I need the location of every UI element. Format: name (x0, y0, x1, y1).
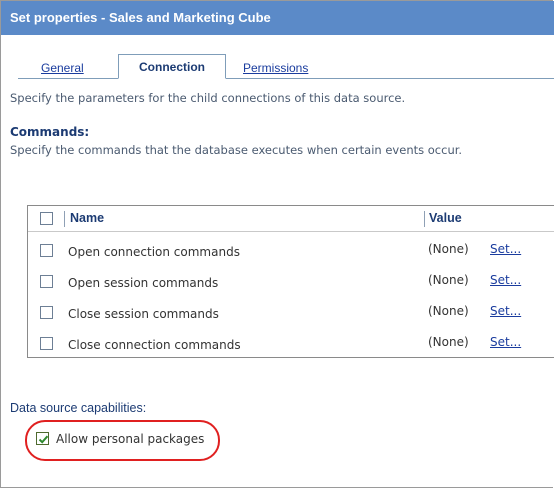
row-checkbox[interactable] (40, 306, 53, 319)
command-value: (None) (428, 335, 469, 349)
commands-title: Commands: (10, 125, 90, 139)
tab-connection[interactable]: Connection (118, 54, 226, 79)
column-separator (64, 211, 65, 227)
commands-table: Name Value Open connection commands (Non… (27, 205, 554, 358)
column-header-value[interactable]: Value (429, 211, 462, 225)
command-value: (None) (428, 242, 469, 256)
row-checkbox[interactable] (40, 244, 53, 257)
command-name: Close connection commands (68, 338, 241, 352)
set-link[interactable]: Set... (490, 242, 521, 256)
row-checkbox[interactable] (40, 337, 53, 350)
table-row: Open session commands (None) Set... (28, 267, 554, 297)
table-row: Close connection commands (None) Set... (28, 329, 554, 359)
window-title: Set properties - Sales and Marketing Cub… (1, 1, 554, 35)
row-checkbox[interactable] (40, 275, 53, 288)
command-value: (None) (428, 304, 469, 318)
command-name: Open session commands (68, 276, 219, 290)
select-all-checkbox[interactable] (40, 212, 53, 225)
capabilities-title: Data source capabilities: (10, 401, 147, 415)
set-link[interactable]: Set... (490, 304, 521, 318)
tab-general[interactable]: General (41, 59, 84, 78)
highlight-circle (25, 420, 220, 461)
table-row: Open connection commands (None) Set... (28, 236, 554, 266)
command-value: (None) (428, 273, 469, 287)
column-header-name[interactable]: Name (70, 211, 104, 225)
command-name: Open connection commands (68, 245, 240, 259)
table-row: Close session commands (None) Set... (28, 298, 554, 328)
tab-permissions[interactable]: Permissions (243, 59, 308, 78)
set-link[interactable]: Set... (490, 273, 521, 287)
column-separator (424, 211, 425, 227)
connection-description: Specify the parameters for the child con… (10, 91, 406, 105)
set-link[interactable]: Set... (490, 335, 521, 349)
table-header: Name Value (28, 206, 554, 232)
command-name: Close session commands (68, 307, 219, 321)
commands-description: Specify the commands that the database e… (10, 143, 463, 157)
tab-strip-line (18, 78, 554, 79)
